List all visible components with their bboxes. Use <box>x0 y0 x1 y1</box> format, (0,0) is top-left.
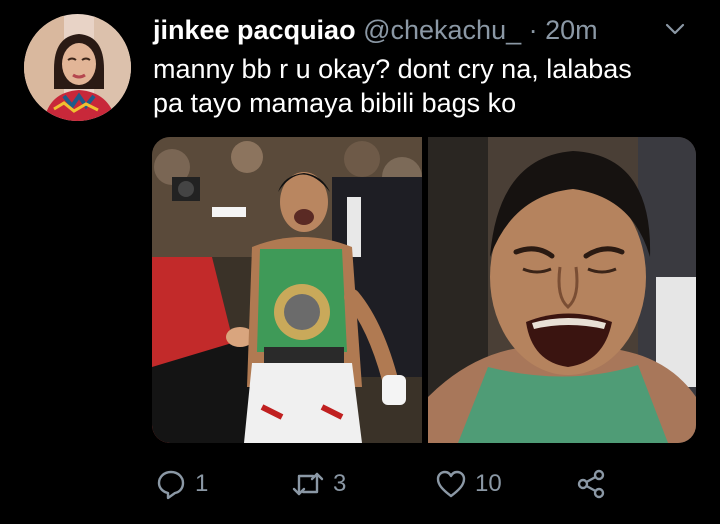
heart-icon <box>436 470 466 498</box>
photo-boxer-crying-with-belt <box>152 137 422 443</box>
tweet-text-line: pa tayo mamaya bibili bags ko <box>153 88 517 118</box>
like-count: 10 <box>475 470 502 497</box>
photo-boxer-crying-closeup <box>428 137 696 443</box>
reply-count: 1 <box>195 470 209 497</box>
tweet-text-line: manny bb r u okay? dont cry na, lalabas <box>153 54 632 84</box>
retweet-icon <box>292 472 324 496</box>
share-button[interactable] <box>575 466 607 502</box>
tweet-header: jinkee pacquiao @chekachu_ · 20m <box>153 12 700 48</box>
media-photo-1[interactable] <box>152 137 422 443</box>
reply-icon <box>157 470 185 500</box>
avatar-image <box>24 14 131 121</box>
retweet-count: 3 <box>333 470 347 497</box>
time-separator: · <box>528 15 538 45</box>
media-photo-2[interactable] <box>428 137 696 443</box>
retweet-button[interactable]: 3 <box>291 466 346 502</box>
tweet-text: manny bb r u okay? dont cry na, lalabas … <box>153 52 693 120</box>
author-handle[interactable]: @chekachu_ <box>363 15 521 45</box>
like-button[interactable]: 10 <box>435 466 502 502</box>
tweet-timestamp[interactable]: 20m <box>545 15 598 45</box>
reply-button[interactable]: 1 <box>155 466 208 502</box>
avatar[interactable] <box>24 14 131 121</box>
author-display-name[interactable]: jinkee pacquiao <box>153 15 356 45</box>
share-icon <box>577 469 605 499</box>
chevron-down-icon[interactable] <box>664 20 686 38</box>
